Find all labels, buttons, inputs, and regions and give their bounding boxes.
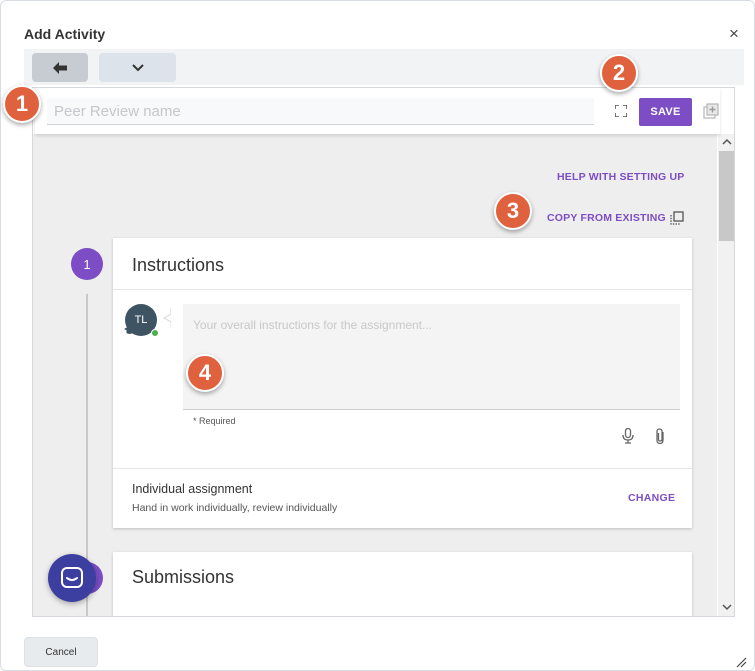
scroll-up-arrow-icon[interactable] (722, 137, 732, 147)
chat-icon (61, 567, 83, 588)
peer-review-name-input[interactable] (47, 98, 594, 125)
online-status-dot (151, 329, 159, 337)
copy-from-existing-link[interactable]: COPY FROM EXISTING (547, 212, 666, 224)
name-bar: SAVE (35, 88, 720, 134)
callout-marker-2: 2 (600, 54, 638, 92)
back-arrow-icon (53, 61, 67, 74)
card-divider (113, 289, 692, 290)
required-note: * Required (193, 416, 236, 426)
callout-marker-1: 1 (3, 85, 41, 123)
callout-marker-4: 4 (186, 354, 224, 392)
help-setting-up-link[interactable]: HELP WITH SETTING UP (557, 171, 684, 183)
activity-content: SAVE HELP WITH SETTING UP COPY FROM EXIS… (32, 87, 735, 617)
close-icon[interactable]: × (729, 25, 739, 43)
submissions-title: Submissions (132, 567, 235, 587)
back-button[interactable] (32, 53, 88, 82)
callout-marker-3: 3 (494, 192, 532, 230)
card-divider (113, 468, 692, 469)
microphone-icon[interactable] (622, 428, 634, 444)
assignment-type-title: Individual assignment (132, 482, 253, 496)
change-assignment-type-link[interactable]: CHANGE (628, 492, 675, 504)
speech-bubble-tip (162, 308, 171, 328)
add-activity-dialog: Add Activity × SAVE HE (0, 0, 755, 671)
vertical-scrollbar[interactable] (718, 134, 734, 616)
submissions-card: Submissions (113, 552, 692, 616)
paperclip-icon[interactable] (654, 428, 666, 445)
fullscreen-icon[interactable] (615, 105, 627, 117)
activity-body: HELP WITH SETTING UP COPY FROM EXISTING … (33, 134, 717, 616)
add-page-icon[interactable] (703, 103, 719, 119)
chevron-down-icon (131, 63, 144, 71)
resize-grip-icon[interactable] (735, 656, 747, 668)
instructions-title: Instructions (132, 255, 225, 275)
save-button[interactable]: SAVE (639, 98, 692, 126)
dialog-title: Add Activity (24, 26, 106, 42)
assignment-type-description: Hand in work individually, review indivi… (132, 502, 338, 514)
copy-icon[interactable] (670, 211, 684, 225)
cancel-button[interactable]: Cancel (24, 637, 98, 667)
scrollbar-thumb[interactable] (719, 151, 734, 241)
scroll-down-arrow-icon[interactable] (722, 602, 732, 612)
step-number-1: 1 (71, 248, 103, 280)
chat-launcher-button[interactable] (48, 554, 96, 602)
instructions-textarea[interactable] (183, 304, 680, 410)
graduation-cap-icon (124, 326, 135, 334)
menu-dropdown-button[interactable] (99, 53, 176, 82)
